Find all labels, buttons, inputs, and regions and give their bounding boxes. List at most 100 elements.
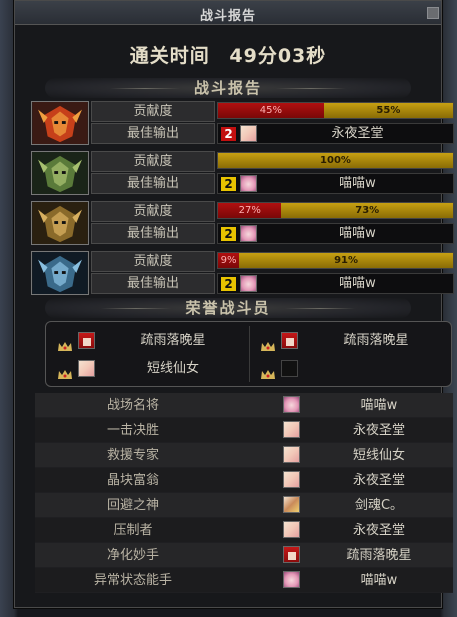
avatar[interactable] (283, 546, 300, 563)
award-row: 战场名将 喵喵w (35, 393, 453, 418)
boss-row: 贡献度 最佳输出 27% 73% 2 喵喵w (31, 201, 454, 245)
contribution-segment: 91% (239, 253, 453, 268)
best-dps-label: 最佳输出 (91, 273, 215, 294)
award-winner: 永夜圣堂 (352, 473, 405, 488)
best-dps-label: 最佳输出 (91, 173, 215, 194)
awards-list: 战场名将 喵喵w 一击决胜 永夜圣堂 救援专家 短线仙女 晶块富翁 永夜圣堂 回避之神 剑魂C。压… (35, 393, 453, 593)
blue-armor-boss-icon (31, 251, 89, 295)
battle-report-header: 战斗报告 (15, 77, 441, 99)
avatar[interactable] (283, 571, 300, 588)
best-dps-player: 喵喵w (339, 276, 376, 291)
avatar[interactable] (78, 360, 95, 377)
award-row: 异常状态能手 喵喵w (35, 568, 453, 593)
best-dps-player: 喵喵w (339, 226, 376, 241)
best-dps-box: 2 喵喵w (217, 173, 454, 194)
contribution-segment: 73% (281, 203, 453, 218)
best-dps-player: 喵喵w (339, 176, 376, 191)
avatar[interactable] (281, 360, 298, 377)
honor-fighter[interactable]: 疏雨落晚星 (251, 328, 451, 354)
award-row: 晶块富翁 永夜圣堂 (35, 468, 453, 493)
ornament-right (284, 308, 355, 309)
battle-report-window: 战斗报告 通关时间 49分03秒 战斗报告 贡献度 最佳输出 45% 55% 2 永夜圣堂… (14, 0, 454, 608)
avatar[interactable] (283, 421, 300, 438)
gold-armor-boss-icon (31, 201, 89, 245)
avatar[interactable] (283, 496, 300, 513)
contribution-segment: 45% (218, 103, 324, 118)
close-button[interactable] (427, 7, 439, 19)
battle-report-heading: 战斗报告 (193, 79, 262, 97)
avatar[interactable] (283, 521, 300, 538)
award-title: 战场名将 (106, 398, 159, 413)
ornament-left (101, 308, 172, 309)
contribution-label: 贡献度 (91, 201, 215, 222)
award-winner: 永夜圣堂 (352, 523, 405, 538)
honor-fighter[interactable]: 短线仙女 (48, 356, 248, 382)
contribution-bar: 100% (217, 152, 454, 169)
contribution-label: 贡献度 (91, 251, 215, 272)
best-dps-player: 永夜圣堂 (331, 126, 384, 141)
avatar[interactable] (283, 396, 300, 413)
award-winner: 喵喵w (360, 398, 398, 413)
best-dps-box: 2 喵喵w (217, 273, 454, 294)
award-title: 一击决胜 (106, 423, 159, 438)
honor-fighters-panel: 疏雨落晚星 疏雨落晚星短线仙女 (45, 321, 452, 387)
crown-icon (261, 336, 275, 351)
avatar[interactable] (240, 225, 257, 242)
rank-badge: 2 (221, 277, 236, 291)
honor-fighter[interactable]: 疏雨落晚星 (48, 328, 248, 354)
award-row: 回避之神 剑魂C。 (35, 493, 453, 518)
boss-row: 贡献度 最佳输出 9% 91% 2 喵喵w (31, 251, 454, 295)
award-title: 救援专家 (106, 448, 159, 463)
contribution-segment: 55% (323, 103, 453, 118)
award-title: 回避之神 (106, 498, 159, 513)
contribution-segment: 27% (218, 203, 282, 218)
clear-time: 通关时间 49分03秒 (15, 41, 441, 68)
honor-fighter-name: 疏雨落晚星 (140, 333, 206, 348)
award-title: 异常状态能手 (93, 573, 172, 588)
best-dps-box: 2 永夜圣堂 (217, 123, 454, 144)
clear-time-label: 通关时间 (129, 45, 210, 67)
best-dps-box: 2 喵喵w (217, 223, 454, 244)
contribution-bar: 9% 91% (217, 252, 454, 269)
award-title: 晶块富翁 (106, 473, 159, 488)
award-title: 压制者 (113, 523, 153, 538)
boss-row: 贡献度 最佳输出 100% 2 喵喵w (31, 151, 454, 195)
award-winner: 喵喵w (360, 573, 398, 588)
award-row: 救援专家 短线仙女 (35, 443, 453, 468)
contribution-label: 贡献度 (91, 151, 215, 172)
rank-badge: 2 (221, 227, 236, 241)
contribution-bar: 45% 55% (217, 102, 454, 119)
honor-fighter[interactable] (251, 356, 451, 382)
award-winner: 永夜圣堂 (352, 423, 405, 438)
award-title: 净化妙手 (106, 548, 159, 563)
contribution-segment: 9% (218, 253, 240, 268)
green-armor-boss-icon (31, 151, 89, 195)
avatar[interactable] (283, 446, 300, 463)
honor-fighters-header: 荣誉战斗员 (15, 297, 441, 319)
avatar[interactable] (240, 275, 257, 292)
honor-fighter-name: 短线仙女 (146, 361, 199, 376)
ornament-right (276, 88, 346, 89)
title-bar[interactable]: 战斗报告 (15, 1, 441, 25)
award-winner: 剑魂C。 (354, 498, 404, 513)
crown-icon (58, 336, 72, 351)
best-dps-label: 最佳输出 (91, 223, 215, 244)
award-row: 压制者 永夜圣堂 (35, 518, 453, 543)
rank-badge: 2 (221, 127, 236, 141)
avatar[interactable] (281, 332, 298, 349)
avatar[interactable] (240, 175, 257, 192)
avatar[interactable] (240, 125, 257, 142)
window-title: 战斗报告 (199, 9, 256, 24)
contribution-label: 贡献度 (91, 101, 215, 122)
award-winner: 疏雨落晚星 (346, 548, 412, 563)
red-flame-boss-icon (31, 101, 89, 145)
contribution-bar: 27% 73% (217, 202, 454, 219)
avatar[interactable] (283, 471, 300, 488)
ornament-left (109, 88, 180, 89)
award-row: 一击决胜 永夜圣堂 (35, 418, 453, 443)
boss-row: 贡献度 最佳输出 45% 55% 2 永夜圣堂 (31, 101, 454, 145)
honor-fighter-name: 疏雨落晚星 (343, 333, 409, 348)
award-row: 净化妙手 疏雨落晚星 (35, 543, 453, 568)
crown-icon (261, 364, 275, 379)
avatar[interactable] (78, 332, 95, 349)
